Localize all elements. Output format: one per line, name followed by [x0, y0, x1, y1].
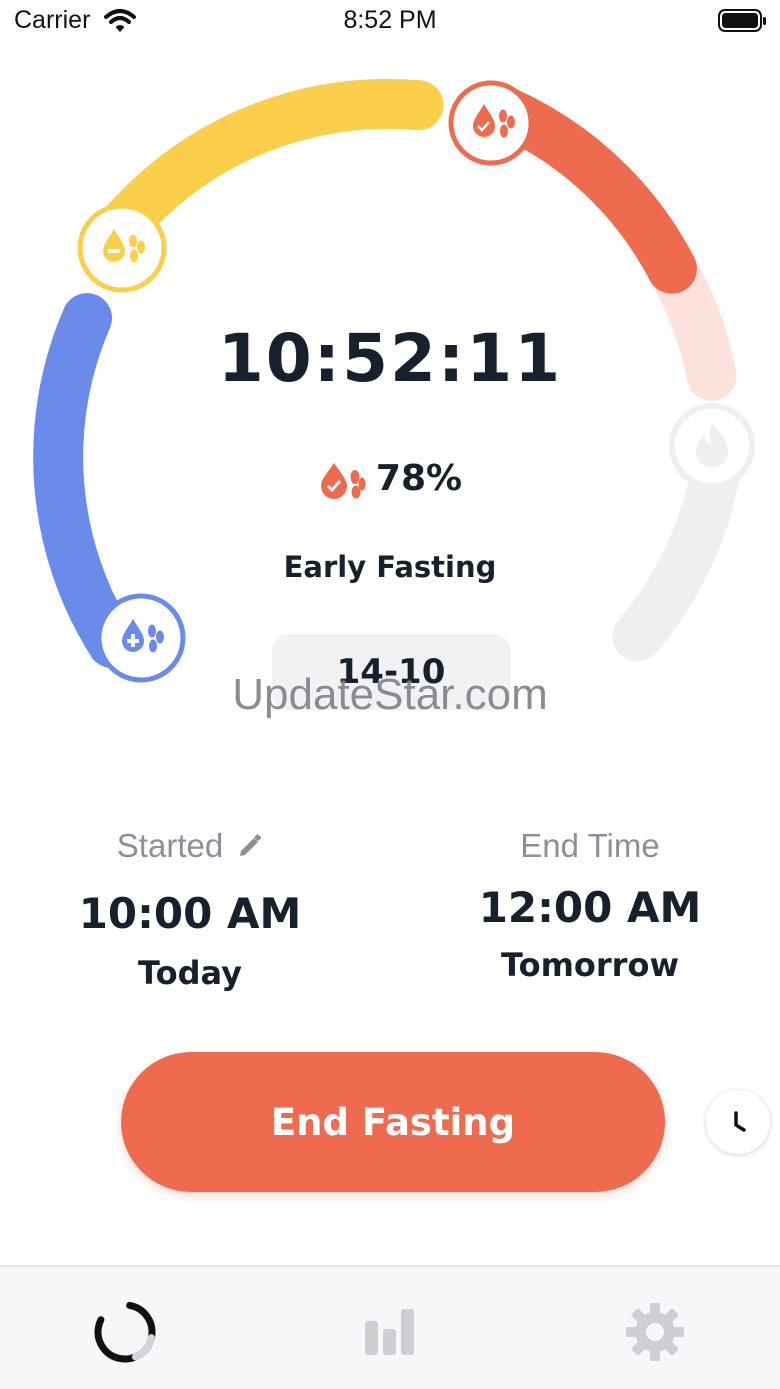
stage-marker-sugar-drop[interactable]: [77, 203, 167, 293]
started-day: Today: [138, 954, 242, 992]
stage-marker-blood-sugar-rise[interactable]: [96, 593, 186, 683]
timer-ring-icon: [94, 1301, 156, 1363]
end-fasting-button[interactable]: End Fasting: [121, 1052, 665, 1192]
bar-chart-icon: [365, 1309, 414, 1355]
started-label: Started: [116, 827, 224, 864]
status-time: 8:52 PM: [343, 6, 437, 34]
started-time[interactable]: 10:00 AM: [30, 889, 350, 938]
battery-icon: [718, 9, 766, 32]
tab-bar: [0, 1265, 780, 1389]
end-time-section: End Time 12:00 AM Tomorrow: [430, 825, 750, 984]
pencil-icon[interactable]: [237, 833, 263, 859]
progress-indicator: 78%: [0, 458, 780, 499]
tab-settings[interactable]: [620, 1297, 690, 1367]
fasting-phase-label: Early Fasting: [283, 550, 497, 584]
clock-icon: [734, 1111, 746, 1132]
progress-percent: 78%: [375, 458, 463, 499]
drop-check-icon: [320, 462, 366, 499]
status-bar: Carrier 8:52 PM: [0, 0, 780, 44]
end-time-label: End Time: [520, 827, 660, 864]
stage-marker-current[interactable]: [448, 80, 534, 166]
watermark: UpdateStar.com: [232, 670, 548, 719]
elapsed-timer: 10:52:11: [217, 320, 563, 397]
gear-icon: [626, 1303, 684, 1361]
end-day: Tomorrow: [501, 946, 679, 984]
stage-arc-sugar-drop: [102, 78, 444, 246]
clock-button[interactable]: [706, 1090, 770, 1154]
tab-timer[interactable]: [90, 1297, 160, 1367]
tab-statistics[interactable]: [355, 1297, 425, 1367]
started-section: Started 10:00 AM Today: [30, 825, 350, 992]
end-time-value: 12:00 AM: [478, 883, 702, 932]
